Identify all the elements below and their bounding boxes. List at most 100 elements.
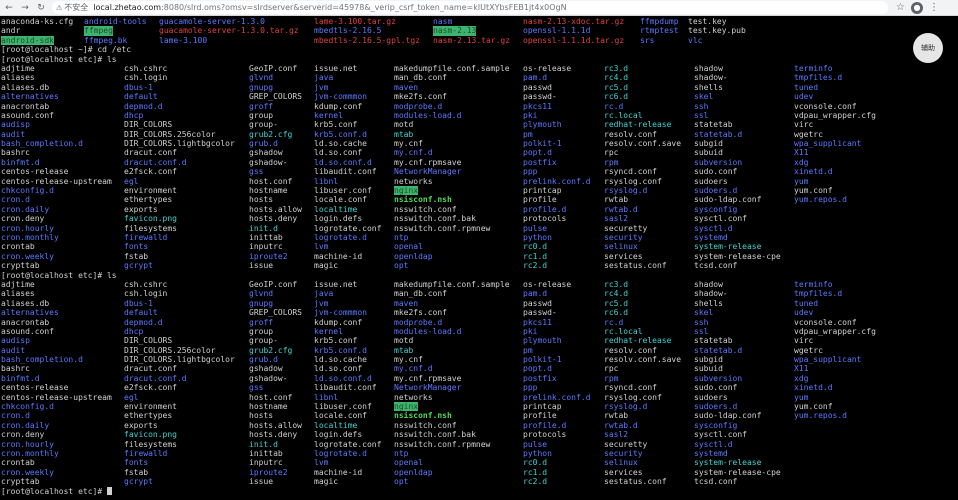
file-entry: firewalld [124, 448, 168, 458]
file-entry: my.cnf [394, 355, 423, 365]
terminal-output[interactable]: anaconda-ks.cfg android-tools guacamole-se… [0, 17, 958, 500]
file-entry: kdump.conf [314, 101, 363, 111]
file-entry: openldap [394, 467, 433, 477]
file-entry: iproute2 [249, 251, 288, 261]
file-entry: system-release [694, 458, 762, 468]
file-entry: binfmt.d [1, 373, 40, 383]
file-entry: login.defs [314, 430, 363, 440]
url-path: :8080/slrd.oms?omsv=slrdserver&serverid=… [161, 3, 567, 12]
file-entry: GREP_COLORS [249, 92, 302, 102]
file-entry: rc6.d [604, 92, 629, 102]
file-entry: my.cnf [394, 139, 423, 149]
file-entry: pkcs11 [523, 317, 552, 327]
assist-button[interactable]: 辅助 [913, 33, 943, 63]
file-entry: sudo.conf [694, 383, 738, 393]
file-entry: rsyslog.conf [604, 392, 662, 402]
file-entry: sysctl.conf [694, 430, 747, 440]
terminal-line: android-sdk ffmpeg.bk lame-3.100 mbedtls-2.… [0, 35, 958, 46]
file-entry: rsyslog.d [604, 186, 648, 196]
file-entry: DIR_COLORS.lightbgcolor [124, 139, 235, 149]
file-entry: nsswitch.conf.bak [394, 214, 476, 224]
file-entry: fonts [124, 242, 149, 252]
file-entry: security [604, 232, 643, 242]
file-entry: opt [394, 477, 409, 487]
file-entry: pm [523, 345, 533, 355]
terminal-line: cron.monthly firewalld inittab logrotate.d n… [0, 449, 958, 458]
terminal-line: chkconfig.d environment hostname libuser.co… [0, 402, 958, 412]
file-entry: xdg [794, 157, 809, 167]
file-entry: libnl [314, 392, 339, 402]
terminal-line: adjtimecsh.cshrcGeoIP.confjavaissue.netm… [0, 64, 958, 73]
file-entry: yum.repos.d [794, 411, 847, 421]
terminal-line: audit DIR_COLORS.256color grub2.cfg krb5.co… [0, 130, 958, 139]
file-entry: audisp [1, 336, 30, 346]
terminal-line: anacrontab depmod.d groff kdump.conf modprob… [0, 318, 958, 327]
file-entry: statetab [694, 120, 733, 130]
terminal-line: audisp DIR_COLORS group-krb5.conf motd plymo… [0, 336, 958, 345]
file-entry: dbus-1 [124, 298, 153, 308]
file-entry: skel [694, 308, 714, 318]
file-entry: subversion [694, 157, 743, 167]
file-entry: rsyncd.conf [604, 383, 657, 393]
file-entry: motd [394, 120, 414, 130]
shell-prompt: [root@localhost etc]# [1, 486, 112, 496]
file-entry: egl [124, 176, 139, 186]
file-entry: lame-3.100 [159, 35, 208, 45]
file-entry: wpa_supplicant [794, 139, 862, 149]
file-entry: rc0.d [523, 242, 548, 252]
file-entry: subversion [694, 373, 743, 383]
file-entry: depmod.d [124, 101, 163, 111]
file-entry: inputrc [249, 458, 283, 468]
file-entry: popt.d [523, 148, 552, 158]
profile-avatar-icon[interactable]: ● [910, 1, 923, 14]
file-entry: nsswitch.conf.rpmnew [394, 223, 491, 233]
file-entry: pki [523, 326, 538, 336]
file-entry: tmpfiles.d [794, 73, 843, 83]
terminal-line: asound.conf dhcp group kernel modules-load.d… [0, 327, 958, 336]
file-entry: systemd [694, 232, 728, 242]
file-entry: issue [249, 477, 274, 487]
file-entry: filesystems [124, 223, 177, 233]
file-entry: system-release-cpe [694, 251, 781, 261]
file-entry: sudoers.d [694, 186, 738, 196]
file-entry: nsisconf.nsh [394, 411, 452, 421]
file-entry: alternatives [1, 308, 59, 318]
file-entry: X11 [794, 148, 809, 158]
terminal-line: cron.daily exports hosts.allow localtime nss… [0, 421, 958, 430]
file-entry: printcap [523, 402, 562, 412]
file-entry: system-release [694, 242, 762, 252]
address-bar[interactable]: ⚠ 不安全 local.zhetao.com:8080/slrd.oms?oms… [52, 1, 888, 14]
file-entry: gnupg [249, 298, 274, 308]
file-entry: sysconfig [694, 420, 738, 430]
file-entry: man_db.conf [394, 73, 447, 83]
file-entry: cron.weekly [1, 467, 54, 477]
more-vertical-icon[interactable]: ⋮ [929, 2, 939, 13]
file-entry: makedumpfile.conf.sample [394, 63, 510, 73]
security-label: 不安全 [64, 3, 89, 12]
terminal-line: alternatives default GREP_COLORS jvm-commmo… [0, 308, 958, 317]
file-entry: profile.d [523, 204, 567, 214]
file-entry: inputrc [249, 242, 283, 252]
file-entry: mbedtls-2.16.5 [314, 26, 382, 36]
file-entry: rwtab [604, 195, 629, 205]
file-entry: centos-release-upstream [1, 392, 112, 402]
forward-arrow-icon[interactable]: → [18, 1, 32, 15]
file-entry: system-release-cpe [694, 467, 781, 477]
file-entry: localtime [314, 204, 358, 214]
file-entry: asound.conf [1, 326, 54, 336]
file-entry: GeoIP.conf [249, 63, 298, 73]
file-entry: tcsd.conf [694, 477, 738, 487]
file-entry: xinetd.d [794, 383, 833, 393]
star-icon[interactable]: ☆ [896, 2, 905, 13]
back-arrow-icon[interactable]: ← [2, 1, 16, 15]
file-entry: rc0.d [523, 458, 548, 468]
file-entry: rsyslog.conf [604, 176, 662, 186]
file-entry: dracut.conf [124, 148, 177, 158]
file-entry: audisp [1, 120, 30, 130]
terminal-line: binfmt.d dracut.conf.d gshadow-ld.so.conf.… [0, 158, 958, 167]
file-entry: csh.login [124, 73, 168, 83]
reload-icon[interactable]: ↻ [34, 1, 48, 15]
file-entry: vdpau_wrapper.cfg [794, 326, 876, 336]
file-entry: nasm [433, 17, 453, 26]
file-entry: logrotate.d [314, 448, 367, 458]
